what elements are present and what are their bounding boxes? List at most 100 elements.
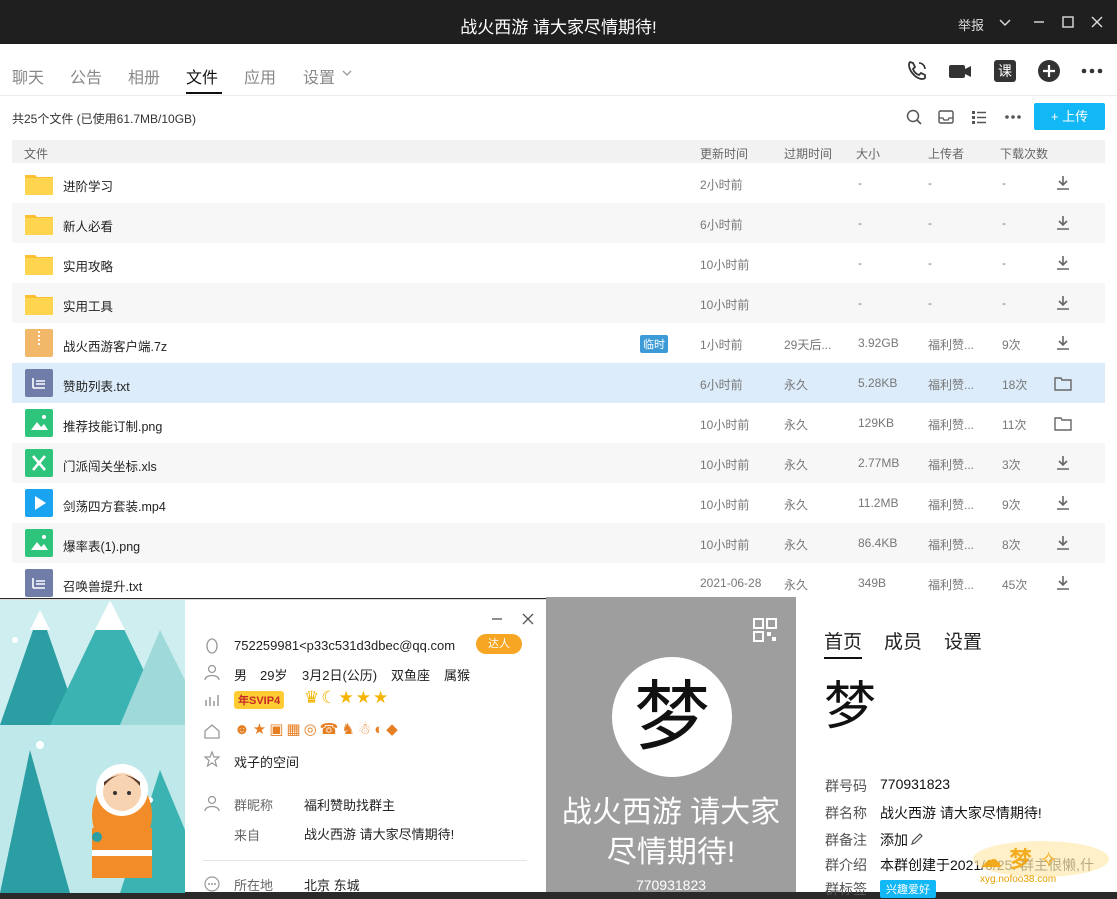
table-row[interactable]: 门派闯关坐标.xls 10小时前 永久 2.77MB 福利赞... 3次 [12,443,1105,483]
file-uploader: - [928,216,932,230]
birthday: 3月2日(公历) [302,668,378,683]
more-icon[interactable] [1004,108,1022,126]
from-value[interactable]: 战火西游 请大家尽情期待! [304,824,454,843]
report-button[interactable]: 举报 [958,15,984,34]
group-logo: 梦 [824,677,877,737]
col-size[interactable]: 大小 [856,145,880,162]
close-icon[interactable] [521,612,535,626]
col-uploader[interactable]: 上传者 [928,145,964,162]
tab-files[interactable]: 文件 [186,64,218,88]
tab-settings[interactable]: 设置 [303,64,335,88]
table-row[interactable]: 赞助列表.txt 6小时前 永久 5.28KB 福利赞... 18次 [12,363,1105,403]
file-name[interactable]: 推荐技能订制.png [63,416,162,435]
add-circle-icon[interactable] [1036,58,1062,84]
file-name[interactable]: 实用工具 [63,296,113,315]
close-icon[interactable] [1088,13,1106,31]
inbox-icon[interactable] [937,108,955,126]
tab-home[interactable]: 首页 [824,627,863,659]
group-number-value[interactable]: 770931823 [880,776,950,792]
download-icon[interactable] [1054,174,1072,192]
tab-chat[interactable]: 聊天 [12,64,44,88]
download-icon[interactable] [1054,254,1072,272]
download-icon[interactable] [1054,574,1072,592]
table-row[interactable]: 推荐技能订制.png 10小时前 永久 129KB 福利赞... 11次 [12,403,1105,443]
file-size: 86.4KB [858,536,898,550]
group-remark-add[interactable]: 添加 [880,830,908,850]
tab-members[interactable]: 成员 [884,627,922,654]
download-icon[interactable] [1054,334,1072,352]
folder-open-icon[interactable] [1054,374,1072,392]
col-expires[interactable]: 过期时间 [784,145,832,162]
file-downloads: - [1002,216,1006,230]
file-name[interactable]: 新人必看 [63,216,113,235]
tab-apps[interactable]: 应用 [244,64,276,88]
folder-icon [24,208,54,238]
folder-icon [24,288,54,318]
download-icon[interactable] [1054,494,1072,512]
location-icon [203,875,221,893]
file-size: 129KB [858,416,895,430]
svip-badge[interactable]: 年SVIP4 [234,691,285,709]
chevron-down-icon[interactable] [340,66,354,80]
col-file[interactable]: 文件 [24,145,48,162]
file-downloads: - [1002,296,1006,310]
service-badges-icon[interactable]: ☻★▣▦◎☎♞☃◐◆ [234,720,401,738]
qzone-link[interactable]: 戏子的空间 [234,752,299,771]
file-name[interactable]: 实用攻略 [63,256,113,275]
class-icon[interactable]: 课 [992,58,1018,84]
file-updated: 2021-06-28 [700,576,762,590]
download-icon[interactable] [1054,454,1072,472]
edit-pencil-icon[interactable] [910,832,924,846]
table-row[interactable]: 剑荡四方套装.mp4 10小时前 永久 11.2MB 福利赞... 9次 [12,483,1105,523]
qq-account[interactable]: 752259981<p33c531d3dbec@qq.com [234,638,455,653]
minimize-icon[interactable] [490,612,504,626]
download-icon[interactable] [1054,294,1072,312]
table-row[interactable]: 进阶学习 2小时前 - - - [12,163,1105,203]
col-downloads[interactable]: 下载次数 [1000,145,1048,162]
location-label: 所在地 [234,878,274,893]
file-name[interactable]: 进阶学习 [63,176,113,195]
tab-album[interactable]: 相册 [128,64,160,88]
file-downloads: 45次 [1002,578,1028,592]
tab-notice[interactable]: 公告 [70,64,102,88]
qrcode-icon[interactable] [753,618,777,642]
group-avatar[interactable]: 梦 [612,657,732,777]
download-icon[interactable] [1054,214,1072,232]
col-updated[interactable]: 更新时间 [700,145,748,162]
person-icon [203,663,221,681]
file-expires: 永久 [784,578,809,592]
upload-button[interactable]: + 上传 [1034,103,1105,130]
download-icon[interactable] [1054,534,1072,552]
maximize-icon[interactable] [1059,13,1077,31]
video-call-icon[interactable] [947,58,973,84]
file-name[interactable]: 赞助列表.txt [63,376,130,395]
phone-call-icon[interactable] [904,58,930,84]
file-name[interactable]: 战火西游客户端.7z [63,336,167,355]
table-row[interactable]: 战火西游客户端.7z 临时 1小时前 29天后... 3.92GB 福利赞... 9次 [12,323,1105,363]
table-row[interactable]: 爆率表(1).png 10小时前 永久 86.4KB 福利赞... 8次 [12,523,1105,563]
file-downloads: 18次 [1002,378,1028,392]
file-name[interactable]: 门派闯关坐标.xls [63,456,157,475]
chevron-down-icon[interactable] [996,13,1014,31]
file-toolbar: 共25个文件 (已使用61.7MB/10GB) [0,98,1117,136]
active-tab-indicator [186,92,222,94]
file-name[interactable]: 爆率表(1).png [63,536,140,555]
table-row[interactable]: 实用攻略 10小时前 - - - [12,243,1105,283]
daren-badge[interactable]: 达人 [476,634,522,654]
file-name[interactable]: 召唤兽提升.txt [63,576,142,595]
minimize-icon[interactable] [1030,13,1048,31]
group-tag[interactable]: 兴趣爱好 [880,880,936,898]
file-expires: 29天后... [784,338,832,352]
list-view-icon[interactable] [970,108,988,126]
search-icon[interactable] [905,108,923,126]
table-row[interactable]: 实用工具 10小时前 - - - [12,283,1105,323]
group-card-header: 梦 战火西游 请大家尽情期待! 770931823 [546,597,796,893]
folder-open-icon[interactable] [1054,414,1072,432]
text-file-icon [24,568,54,598]
file-size: 5.28KB [858,376,898,390]
table-row[interactable]: 新人必看 6小时前 - - - [12,203,1105,243]
more-icon[interactable] [1079,58,1105,84]
tab-group-settings[interactable]: 设置 [944,627,982,654]
file-name[interactable]: 剑荡四方套装.mp4 [63,496,166,515]
svg-text:课: 课 [998,64,1012,80]
